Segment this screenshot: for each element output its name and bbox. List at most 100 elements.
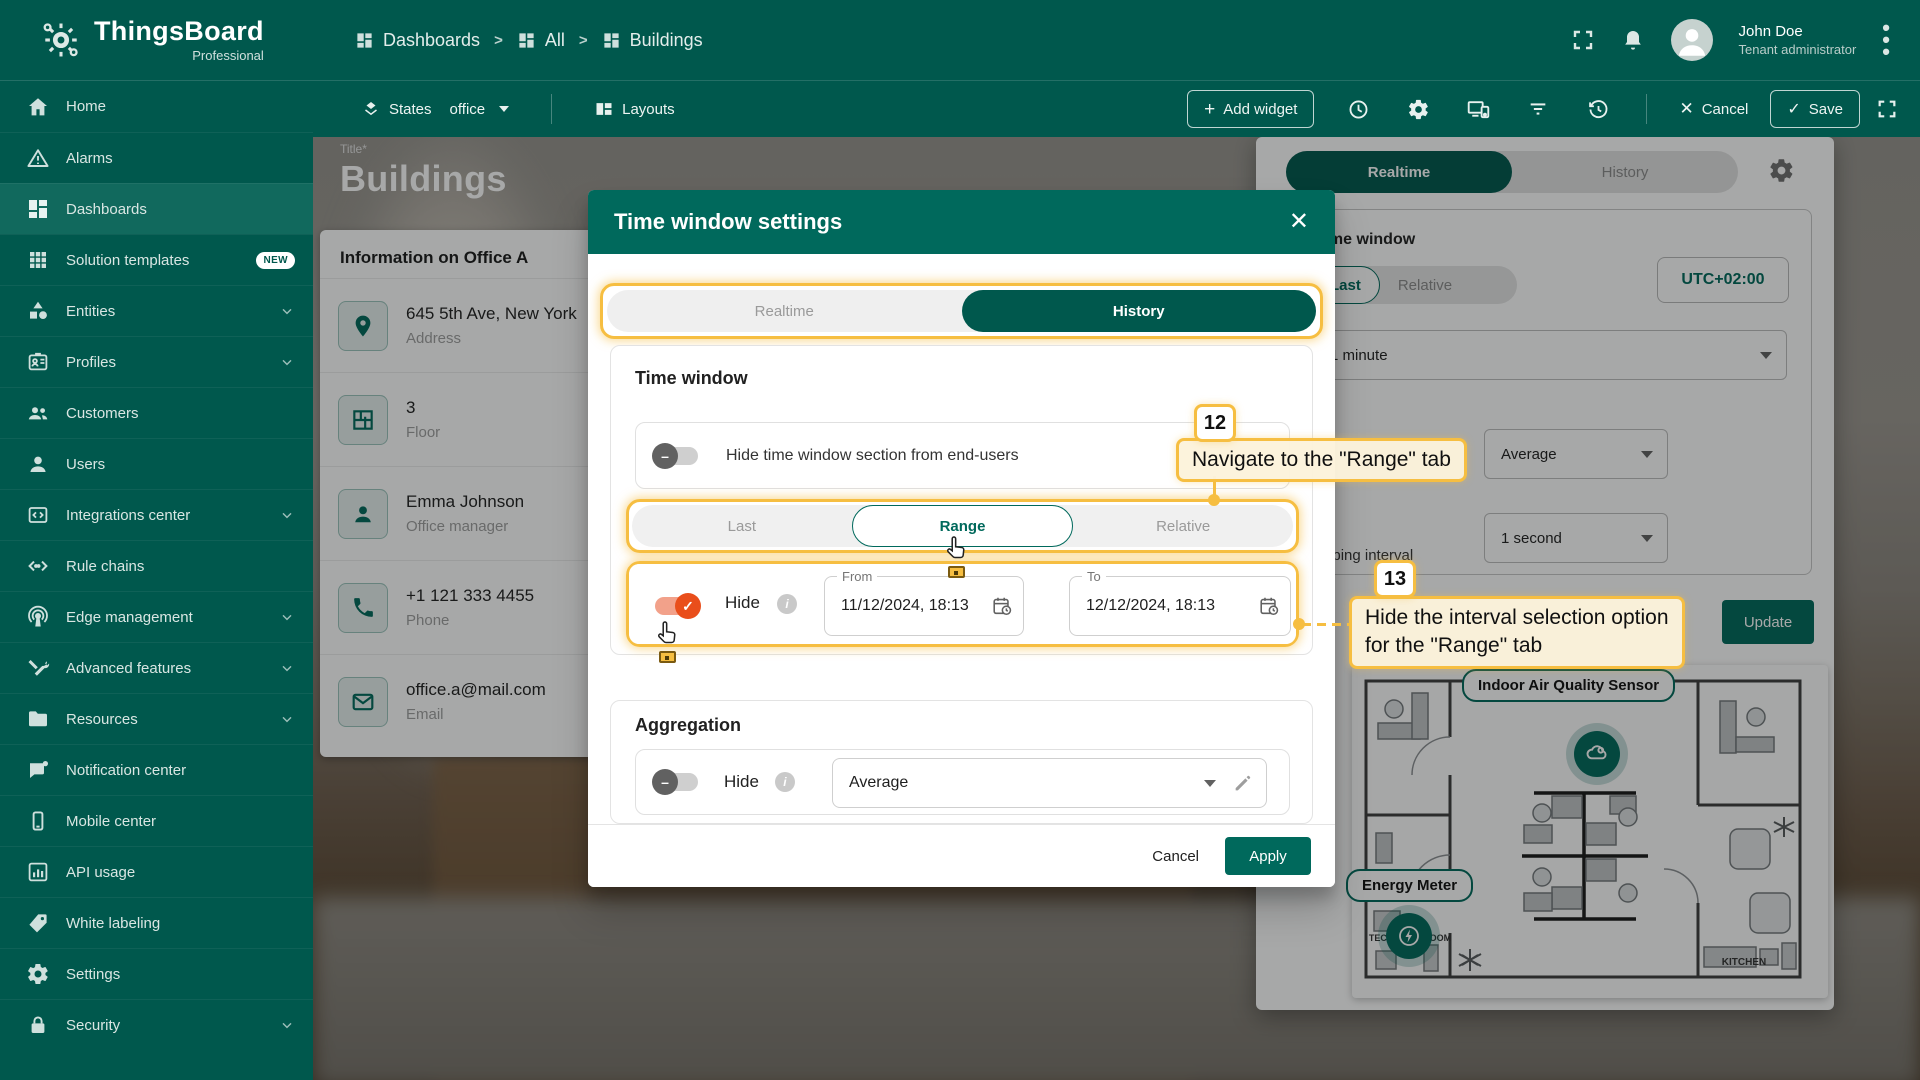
layouts-icon bbox=[594, 99, 614, 119]
sidebar-item-notification-center[interactable]: Notification center bbox=[0, 744, 313, 795]
hide-time-window-toggle[interactable]: – bbox=[656, 447, 698, 465]
from-date-field[interactable]: From 11/12/2024, 18:13 bbox=[824, 576, 1024, 636]
code-icon bbox=[26, 554, 50, 578]
breadcrumb-separator: > bbox=[494, 32, 503, 49]
states-button[interactable]: States office bbox=[347, 99, 523, 119]
time-window-heading: Time window bbox=[635, 368, 748, 389]
sidebar-item-users[interactable]: Users bbox=[0, 438, 313, 489]
realtime-history-highlight: Realtime History bbox=[600, 283, 1323, 339]
calendar-clock-icon[interactable] bbox=[991, 595, 1013, 617]
dialog-title: Time window settings bbox=[614, 209, 842, 235]
chevron-down-icon bbox=[279, 354, 295, 370]
toolbar-fullscreen-icon[interactable] bbox=[1876, 98, 1898, 120]
cancel-edit-button[interactable]: ✕ Cancel bbox=[1665, 99, 1762, 119]
mouse-cursor-range-tab bbox=[944, 535, 970, 563]
sidebar-item-settings[interactable]: Settings bbox=[0, 948, 313, 999]
close-icon[interactable]: ✕ bbox=[1289, 210, 1309, 234]
callout-13-number: 13 bbox=[1374, 560, 1416, 598]
hide-aggregation-toggle[interactable]: – bbox=[656, 773, 698, 791]
time-window-clock-icon[interactable] bbox=[1328, 98, 1388, 121]
chevron-down-icon bbox=[1204, 780, 1216, 787]
calendar-clock-icon[interactable] bbox=[1258, 595, 1280, 617]
dialog-tab-bar: Realtime History bbox=[607, 290, 1316, 332]
tools-icon bbox=[26, 656, 50, 680]
dashboard-icon bbox=[602, 31, 621, 50]
toolbar-divider bbox=[1646, 94, 1647, 124]
aggregation-row: – Hide i Average bbox=[635, 749, 1290, 815]
more-menu-icon[interactable]: ••• bbox=[1882, 22, 1890, 58]
sidebar-item-white-labeling[interactable]: White labeling bbox=[0, 897, 313, 948]
breadcrumb-dashboards[interactable]: Dashboards bbox=[355, 30, 480, 51]
home-icon bbox=[26, 95, 50, 119]
hide-time-window-label: Hide time window section from end-users bbox=[726, 447, 1019, 465]
sidebar-item-rule-chains[interactable]: Rule chains bbox=[0, 540, 313, 591]
connected-devices-icon[interactable] bbox=[1448, 97, 1508, 122]
alarm-triangle-icon bbox=[26, 146, 50, 170]
info-icon[interactable]: i bbox=[777, 594, 797, 614]
chevron-down-icon bbox=[279, 1017, 295, 1033]
tab-last[interactable]: Last bbox=[632, 505, 852, 547]
close-icon: ✕ bbox=[1679, 99, 1693, 119]
click-indicator bbox=[659, 651, 676, 663]
callout-13-text: Hide the interval selection option for t… bbox=[1349, 596, 1685, 669]
breadcrumb-buildings[interactable]: Buildings bbox=[602, 30, 703, 51]
user-name: John Doe bbox=[1739, 23, 1857, 40]
chevron-down-icon bbox=[279, 609, 295, 625]
version-history-icon[interactable] bbox=[1568, 98, 1628, 121]
sidebar-item-integrations-center[interactable]: Integrations center bbox=[0, 489, 313, 540]
sidebar-item-solution-templates[interactable]: Solution templates NEW bbox=[0, 234, 313, 285]
sidebar-item-security[interactable]: Security bbox=[0, 999, 313, 1050]
callout-12-anchor-dot bbox=[1208, 494, 1220, 506]
new-badge: NEW bbox=[256, 252, 295, 269]
sidebar-item-profiles[interactable]: Profiles bbox=[0, 336, 313, 387]
dialog-tab-history[interactable]: History bbox=[962, 290, 1317, 332]
dashboard-settings-gear-icon[interactable] bbox=[1388, 98, 1448, 121]
brand-name: ThingsBoard bbox=[94, 18, 264, 45]
to-date-field[interactable]: To 12/12/2024, 18:13 bbox=[1069, 576, 1291, 636]
sidebar-item-edge-management[interactable]: Edge management bbox=[0, 591, 313, 642]
chevron-down-icon bbox=[279, 303, 295, 319]
sidebar-item-home[interactable]: Home bbox=[0, 81, 313, 132]
chevron-down-icon bbox=[499, 106, 509, 112]
dialog-cancel-button[interactable]: Cancel bbox=[1152, 848, 1199, 865]
gear-icon bbox=[26, 962, 50, 986]
shapes-icon bbox=[26, 299, 50, 323]
save-dashboard-button[interactable]: ✓ Save bbox=[1770, 90, 1860, 128]
avatar[interactable] bbox=[1671, 19, 1713, 61]
states-value[interactable]: office bbox=[450, 101, 486, 118]
bar-chart-icon bbox=[26, 860, 50, 884]
sidebar-item-entities[interactable]: Entities bbox=[0, 285, 313, 336]
antenna-icon bbox=[26, 605, 50, 629]
sidebar-item-dashboards[interactable]: Dashboards bbox=[0, 183, 313, 234]
thingsboard-logo[interactable]: ThingsBoard Professional bbox=[0, 17, 275, 63]
sidebar-item-alarms[interactable]: Alarms bbox=[0, 132, 313, 183]
aggregation-section: Aggregation – Hide i Average bbox=[610, 700, 1313, 824]
filter-icon[interactable] bbox=[1508, 98, 1568, 120]
dialog-apply-button[interactable]: Apply bbox=[1225, 837, 1311, 875]
folder-icon bbox=[26, 707, 50, 731]
notifications-bell-icon[interactable] bbox=[1621, 28, 1645, 52]
edit-pencil-icon[interactable] bbox=[1232, 772, 1254, 794]
chevron-down-icon bbox=[279, 660, 295, 676]
sidebar-item-mobile-center[interactable]: Mobile center bbox=[0, 795, 313, 846]
from-field-label: From bbox=[837, 569, 877, 584]
sidebar-item-api-usage[interactable]: API usage bbox=[0, 846, 313, 897]
hide-interval-toggle[interactable]: ✓ bbox=[655, 597, 697, 615]
info-icon[interactable]: i bbox=[775, 772, 795, 792]
sidebar-item-customers[interactable]: Customers bbox=[0, 387, 313, 438]
layouts-button[interactable]: Layouts bbox=[580, 99, 689, 119]
callout-13-anchor-dot bbox=[1293, 618, 1305, 630]
breadcrumb-all[interactable]: All bbox=[517, 30, 565, 51]
notification-icon bbox=[26, 758, 50, 782]
sidebar-item-resources[interactable]: Resources bbox=[0, 693, 313, 744]
fullscreen-icon[interactable] bbox=[1571, 28, 1595, 52]
aggregation-function-select[interactable]: Average bbox=[832, 758, 1267, 808]
thingsboard-app: ThingsBoard Professional Dashboards > Al… bbox=[0, 0, 1920, 1080]
tab-relative[interactable]: Relative bbox=[1073, 505, 1293, 547]
integration-icon bbox=[26, 503, 50, 527]
sidebar-item-advanced-features[interactable]: Advanced features bbox=[0, 642, 313, 693]
apps-grid-icon bbox=[26, 248, 50, 272]
add-widget-button[interactable]: + Add widget bbox=[1187, 90, 1314, 128]
dialog-tab-realtime[interactable]: Realtime bbox=[607, 290, 962, 332]
person-icon bbox=[26, 452, 50, 476]
